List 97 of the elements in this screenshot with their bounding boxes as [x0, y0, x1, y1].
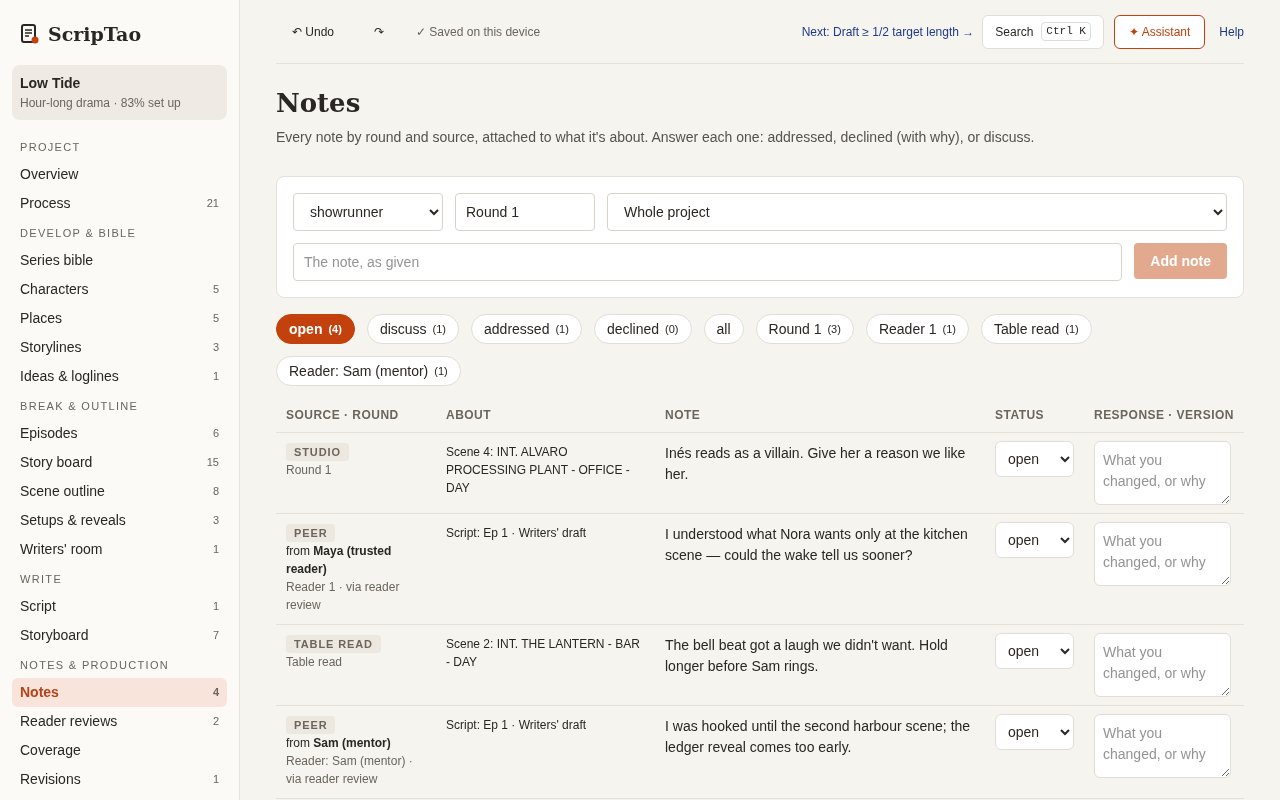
document-icon — [20, 23, 40, 46]
nav-item[interactable]: Writers' room 1 — [12, 534, 227, 564]
note-cell: The bell beat got a laugh we didn't want. Hold longer before Sam rings. — [655, 624, 985, 705]
nav-item[interactable]: Places 5 — [12, 303, 227, 333]
round-label: Round 1 — [286, 461, 333, 479]
status-select[interactable]: open — [995, 521, 1074, 558]
source-tag: PEER — [286, 715, 336, 734]
response-field[interactable]: What you changed, or why — [1094, 713, 1231, 778]
source-tag: TABLE READ — [286, 634, 381, 653]
filter-chip[interactable]: Reader: Sam (mentor) (1) — [276, 356, 461, 386]
nav-item[interactable]: Series bible — [12, 245, 227, 275]
nav-item[interactable]: Scene outline 8 — [12, 476, 227, 506]
nav-section-heading: WRITE — [19, 572, 64, 588]
project-card[interactable]: Low Tide Hour-long drama · 83% set up — [12, 64, 227, 120]
filter-chip[interactable]: all — [703, 314, 744, 344]
nav-section-heading: NOTES & PRODUCTION — [19, 658, 171, 674]
source-from: from Maya (trusted reader) — [286, 542, 393, 578]
app-logo-text: ScripTao — [48, 22, 142, 47]
nav-item[interactable]: Script 1 — [12, 591, 227, 621]
column-header: ABOUT — [436, 398, 655, 432]
nav-count: 6 — [212, 425, 219, 441]
assistant-button[interactable]: ✦ Assistant — [1113, 14, 1206, 49]
filter-chip[interactable]: Round 1 (3) — [755, 314, 854, 344]
nav-count: 1 — [212, 598, 219, 614]
column-header: NOTE — [655, 398, 985, 432]
nav-count: 5 — [212, 281, 219, 297]
response-field[interactable]: What you changed, or why — [1094, 440, 1231, 505]
nav-count: 15 — [206, 454, 219, 470]
nav-item[interactable]: Storylines 3 — [12, 332, 227, 362]
nav-item[interactable]: Coverage — [12, 735, 227, 765]
nav-count: 3 — [212, 512, 219, 528]
filter-chip[interactable]: Table read (1) — [980, 314, 1092, 344]
filter-chip[interactable]: addressed (1) — [471, 314, 582, 344]
nav-item[interactable]: Reader reviews 2 — [12, 706, 227, 736]
nav-section-heading: DEVELOP & BIBLE — [19, 226, 138, 242]
round-label: Reader: Sam (mentor) · via reader review — [286, 752, 414, 788]
about-cell: Script: Ep 1 · Writers' draft — [436, 513, 655, 624]
source-tag: PEER — [286, 523, 336, 542]
filter-chip[interactable]: declined (0) — [593, 314, 692, 344]
nav-item[interactable]: Notes 4 — [12, 677, 227, 707]
nav-item[interactable]: Story board 15 — [12, 447, 227, 477]
round-label: Reader 1 · via reader review — [286, 578, 401, 614]
page-description: Every note by round and source, attached to what it's about. Answer each one: addressed, declined (with why), or discuss. — [276, 128, 1036, 147]
note-cell: I understood what Nora wants only at the kitchen scene — could the wake tell us sooner? — [655, 513, 985, 624]
round-label: Table read — [286, 653, 344, 671]
nav-item[interactable]: Overview — [12, 159, 227, 189]
nav-count: 2 — [212, 713, 219, 729]
round-field[interactable]: Round 1 — [455, 193, 595, 231]
status-select[interactable]: open — [995, 632, 1074, 669]
about-cell: Script: Ep 1 · Writers' draft — [436, 705, 655, 798]
undo-button[interactable]: ↶ Undo — [276, 15, 351, 48]
nav-item[interactable]: Characters 5 — [12, 274, 227, 304]
response-field[interactable]: What you changed, or why — [1094, 521, 1231, 586]
next-step-link[interactable]: Next: Draft ≥ 1/2 target length → — [801, 22, 975, 41]
nav-count: 8 — [212, 483, 219, 499]
project-subtitle: Hour-long drama · 83% set up — [20, 94, 182, 112]
redo-button[interactable]: ↷ — [350, 15, 409, 48]
nav-item[interactable]: Ideas & loglines 1 — [12, 361, 227, 391]
status-select[interactable]: open — [995, 713, 1074, 750]
shortcut-key: Ctrl K — [1041, 22, 1091, 41]
filter-chip[interactable]: open (4) — [276, 314, 355, 344]
status-select[interactable]: open — [995, 440, 1074, 477]
nav-count: 21 — [206, 195, 219, 211]
nav-section-heading: BREAK & OUTLINE — [19, 399, 140, 415]
nav-item[interactable]: Revisions 1 — [12, 764, 227, 794]
nav-count: 4 — [212, 684, 219, 700]
nav-count: 1 — [212, 541, 219, 557]
nav-count: 1 — [212, 771, 219, 787]
nav-section-heading: PROJECT — [19, 140, 82, 156]
note-cell: I was hooked until the second harbour scene; the ledger reveal comes too early. — [655, 705, 985, 798]
source-from: from Sam (mentor) — [286, 734, 392, 752]
help-link[interactable]: Help — [1219, 22, 1244, 41]
page-title: Notes — [276, 87, 362, 120]
source-select[interactable]: showrunner — [293, 193, 443, 231]
nav-count: 3 — [212, 339, 219, 355]
project-title: Low Tide — [20, 73, 82, 93]
column-header: STATUS — [985, 398, 1084, 432]
column-header: SOURCE · ROUND — [276, 398, 436, 432]
nav-count: 1 — [212, 368, 219, 384]
nav-item[interactable]: Process 21 — [12, 188, 227, 218]
about-cell: Scene 2: INT. THE LANTERN - BAR - DAY — [436, 624, 655, 705]
response-field[interactable]: What you changed, or why — [1094, 632, 1231, 697]
note-cell: Inés reads as a villain. Give her a reason we like her. — [655, 432, 985, 513]
nav-count: 5 — [212, 310, 219, 326]
about-cell: Scene 4: INT. ALVARO PROCESSING PLANT - OFFICE - DAY — [436, 432, 655, 513]
source-tag: STUDIO — [286, 442, 349, 461]
filter-chip[interactable]: discuss (1) — [366, 314, 460, 344]
nav-item[interactable]: Storyboard 7 — [12, 620, 227, 650]
column-header: RESPONSE · VERSION — [1084, 398, 1244, 432]
search-button[interactable]: Search Ctrl K — [982, 14, 1104, 49]
nav-count: 7 — [212, 627, 219, 643]
nav-item[interactable]: Episodes 6 — [12, 418, 227, 448]
scope-select[interactable]: Whole project — [607, 193, 1227, 231]
note-field[interactable]: The note, as given — [293, 243, 1123, 281]
nav-item[interactable]: Setups & reveals 3 — [12, 505, 227, 535]
save-status: ✓ Saved on this device — [416, 23, 541, 41]
filter-chip[interactable]: Reader 1 (1) — [865, 314, 969, 344]
